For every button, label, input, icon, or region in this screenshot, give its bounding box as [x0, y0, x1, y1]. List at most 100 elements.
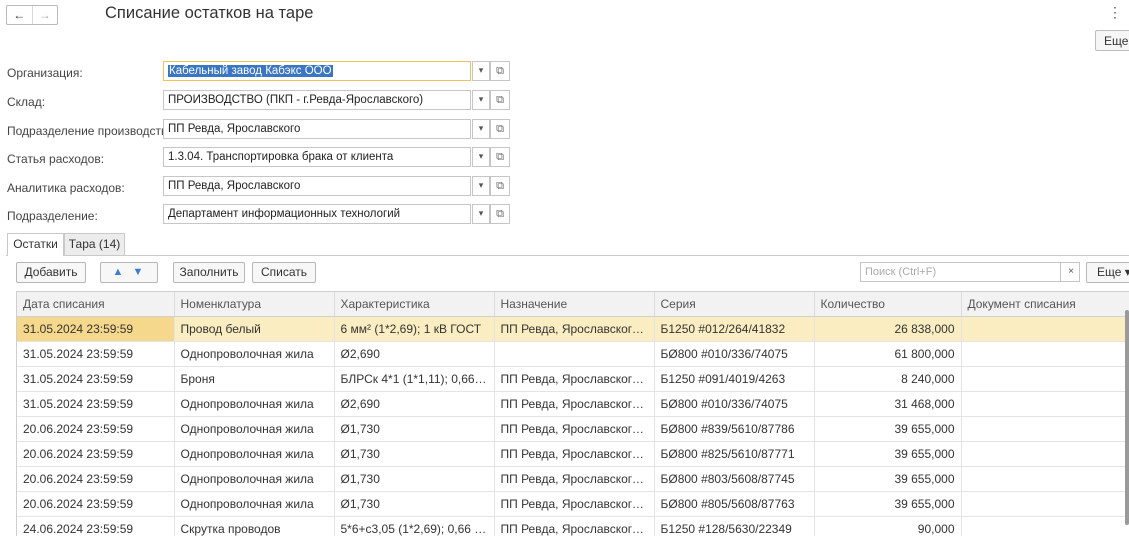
menu-kebab-icon[interactable]: ⋮	[1108, 4, 1122, 21]
search-input[interactable]: Поиск (Ctrl+F)	[860, 262, 1080, 282]
more-actions-button[interactable]: Еще	[1095, 30, 1129, 51]
open-link-icon[interactable]: ⧉	[490, 90, 510, 110]
tab-containers[interactable]: Тара (14)	[64, 233, 125, 255]
forward-arrow-icon[interactable]: →	[32, 6, 58, 24]
cell-nomenclature: Однопроволочная жила	[174, 492, 334, 517]
clear-search-icon[interactable]: ×	[1060, 262, 1081, 282]
expense-analytics-field[interactable]: ПП Ревда, Ярославского	[163, 176, 471, 196]
column-header[interactable]: Серия	[654, 292, 814, 317]
cell-purpose: ПП Ревда, Ярославского, ...	[494, 467, 654, 492]
cell-date: 31.05.2024 23:59:59	[17, 317, 174, 342]
open-link-icon[interactable]: ⧉	[490, 119, 510, 139]
page-title: Списание остатков на таре	[105, 4, 313, 23]
arrow-down-icon[interactable]: ▼	[128, 263, 148, 282]
cell-purpose: ПП Ревда, Ярославского, ...	[494, 492, 654, 517]
cell-nomenclature: Скрутка проводов	[174, 517, 334, 536]
cell-document	[961, 367, 1129, 392]
chevron-down-icon[interactable]: ▾	[472, 119, 490, 139]
table-row[interactable]: 20.06.2024 23:59:59Однопроволочная жилаØ…	[17, 442, 1129, 467]
cell-characteristic: Ø1,730	[334, 492, 494, 517]
cell-date: 31.05.2024 23:59:59	[17, 392, 174, 417]
cell-nomenclature: Броня	[174, 367, 334, 392]
cell-series: Б1250 #128/5630/22349	[654, 517, 814, 536]
open-link-icon[interactable]: ⧉	[490, 61, 510, 81]
cell-date: 31.05.2024 23:59:59	[17, 367, 174, 392]
chevron-down-icon[interactable]: ▾	[472, 176, 490, 196]
open-link-icon[interactable]: ⧉	[490, 176, 510, 196]
open-link-icon[interactable]: ⧉	[490, 147, 510, 167]
column-header[interactable]: Номенклатура	[174, 292, 334, 317]
warehouse-field[interactable]: ПРОИЗВОДСТВО (ПКП - г.Ревда-Ярославского…	[163, 90, 471, 110]
table-row[interactable]: 31.05.2024 23:59:59БроняБЛРСк 4*1 (1*1,1…	[17, 367, 1129, 392]
cell-series: БØ800 #010/336/74075	[654, 342, 814, 367]
cell-characteristic: 6 мм² (1*2,69); 1 кВ ГОСТ	[334, 317, 494, 342]
chevron-down-icon[interactable]: ▾	[472, 90, 490, 110]
expense-item-field[interactable]: 1.3.04. Транспортировка брака от клиента	[163, 147, 471, 167]
cell-quantity: 61 800,000	[814, 342, 961, 367]
production-division-label: Подразделение производство:	[7, 124, 177, 138]
column-header[interactable]: Назначение	[494, 292, 654, 317]
column-header[interactable]: Документ списания	[961, 292, 1129, 317]
cell-document	[961, 392, 1129, 417]
cell-series: БØ800 #010/336/74075	[654, 392, 814, 417]
cell-purpose: ПП Ревда, Ярославского, ...	[494, 517, 654, 536]
cell-date: 31.05.2024 23:59:59	[17, 342, 174, 367]
production-division-field[interactable]: ПП Ревда, Ярославского	[163, 119, 471, 139]
cell-document	[961, 467, 1129, 492]
cell-purpose: ПП Ревда, Ярославского, ...	[494, 317, 654, 342]
table-more-button[interactable]: Еще ▾	[1086, 262, 1129, 283]
tab-divider	[6, 255, 1129, 256]
arrow-up-icon[interactable]: ▲	[108, 263, 128, 282]
fill-button[interactable]: Заполнить	[173, 262, 245, 283]
cell-series: Б1250 #012/264/41832	[654, 317, 814, 342]
move-buttons: ▲ ▼	[100, 262, 158, 283]
cell-purpose: ПП Ревда, Ярославского, ...	[494, 367, 654, 392]
cell-purpose	[494, 342, 654, 367]
cell-purpose: ПП Ревда, Ярославского, ...	[494, 442, 654, 467]
remains-table: Дата списания Номенклатура Характеристик…	[16, 291, 1129, 536]
cell-quantity: 26 838,000	[814, 317, 961, 342]
cell-quantity: 39 655,000	[814, 442, 961, 467]
cell-nomenclature: Однопроволочная жила	[174, 442, 334, 467]
division-label: Подразделение:	[7, 209, 98, 223]
cell-characteristic: БЛРСк 4*1 (1*1,11); 0,66 к...	[334, 367, 494, 392]
division-field[interactable]: Департамент информационных технологий	[163, 204, 471, 224]
navigation-buttons: ← →	[6, 5, 58, 25]
chevron-down-icon[interactable]: ▾	[472, 61, 490, 81]
chevron-down-icon[interactable]: ▾	[472, 147, 490, 167]
chevron-down-icon[interactable]: ▾	[472, 204, 490, 224]
cell-nomenclature: Однопроволочная жила	[174, 342, 334, 367]
column-header[interactable]: Дата списания	[17, 292, 174, 317]
cell-series: БØ800 #805/5608/87763	[654, 492, 814, 517]
table-row[interactable]: 24.06.2024 23:59:59Скрутка проводов5*6+с…	[17, 517, 1129, 536]
tab-remains[interactable]: Остатки	[7, 233, 64, 256]
add-button[interactable]: Добавить	[16, 262, 86, 283]
back-arrow-icon[interactable]: ←	[7, 6, 32, 24]
cell-document	[961, 492, 1129, 517]
expense-item-label: Статья расходов:	[7, 152, 104, 166]
cell-document	[961, 317, 1129, 342]
writeoff-button[interactable]: Списать	[252, 262, 316, 283]
table-row[interactable]: 31.05.2024 23:59:59Однопроволочная жилаØ…	[17, 392, 1129, 417]
table-row[interactable]: 20.06.2024 23:59:59Однопроволочная жилаØ…	[17, 417, 1129, 442]
cell-quantity: 39 655,000	[814, 417, 961, 442]
cell-quantity: 39 655,000	[814, 492, 961, 517]
cell-characteristic: Ø2,690	[334, 392, 494, 417]
table-header-row: Дата списания Номенклатура Характеристик…	[17, 292, 1129, 317]
cell-document	[961, 417, 1129, 442]
vertical-scrollbar[interactable]	[1125, 310, 1129, 525]
table-row[interactable]: 20.06.2024 23:59:59Однопроволочная жилаØ…	[17, 492, 1129, 517]
table-row[interactable]: 20.06.2024 23:59:59Однопроволочная жилаØ…	[17, 467, 1129, 492]
cell-purpose: ПП Ревда, Ярославского, ...	[494, 392, 654, 417]
column-header[interactable]: Количество	[814, 292, 961, 317]
table-row[interactable]: 31.05.2024 23:59:59Однопроволочная жилаØ…	[17, 342, 1129, 367]
cell-quantity: 31 468,000	[814, 392, 961, 417]
open-link-icon[interactable]: ⧉	[490, 204, 510, 224]
column-header[interactable]: Характеристика	[334, 292, 494, 317]
cell-series: БØ800 #825/5610/87771	[654, 442, 814, 467]
organization-field[interactable]: Кабельный завод Кабэкс ООО	[163, 61, 471, 81]
cell-characteristic: 5*6+с3,05 (1*2,69); 0,66 кВ...	[334, 517, 494, 536]
cell-purpose: ПП Ревда, Ярославского, ...	[494, 417, 654, 442]
cell-document	[961, 517, 1129, 536]
table-row[interactable]: 31.05.2024 23:59:59Провод белый6 мм² (1*…	[17, 317, 1129, 342]
